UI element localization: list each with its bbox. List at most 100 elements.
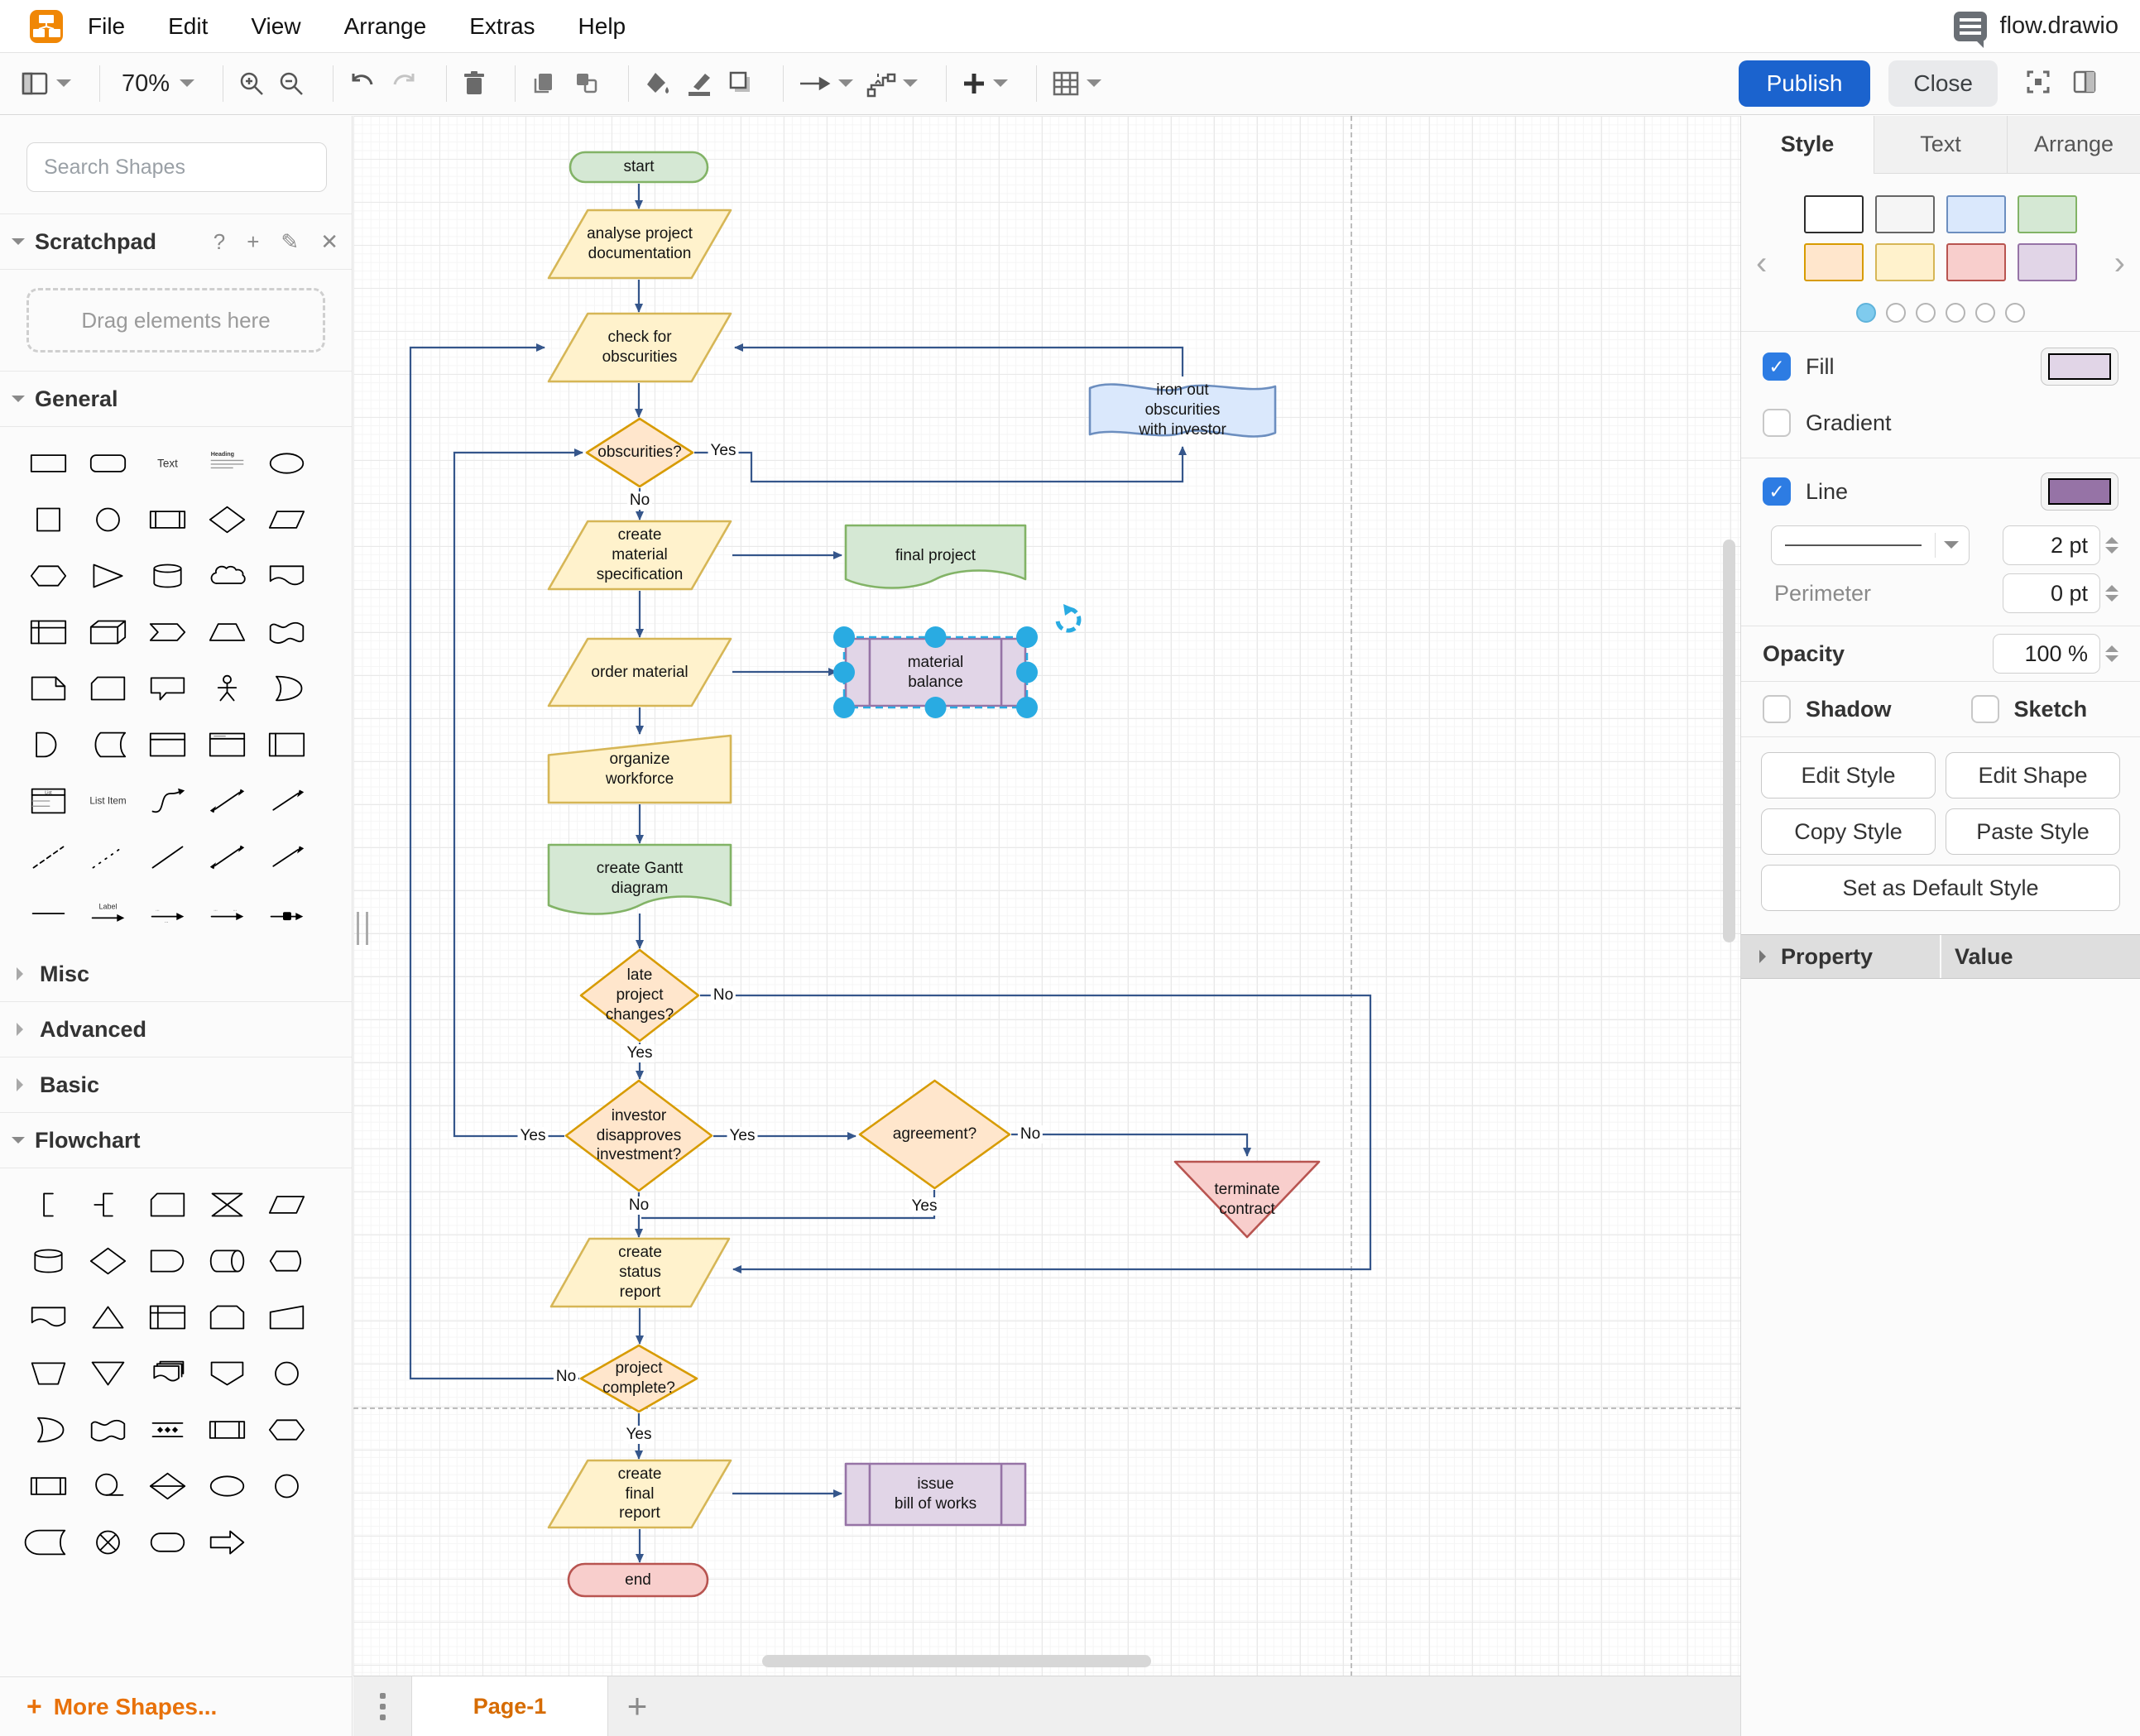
- shape-label-arrow[interactable]: Label: [78, 885, 137, 942]
- shape-diamond[interactable]: [197, 492, 257, 548]
- style-preset-3[interactable]: [2018, 195, 2077, 233]
- selection-overlay[interactable]: [833, 604, 1082, 718]
- shape-step[interactable]: [137, 604, 197, 660]
- fill-color-button[interactable]: [644, 70, 672, 97]
- section-basic[interactable]: Basic: [0, 1057, 352, 1113]
- tab-arrange[interactable]: Arrange: [2007, 116, 2140, 173]
- shape-link[interactable]: [18, 885, 78, 942]
- shape-or[interactable]: [257, 660, 316, 717]
- shape-multi-document[interactable]: [137, 1345, 197, 1402]
- shape-trapezoid[interactable]: [197, 604, 257, 660]
- shape-icon-arrow[interactable]: [257, 885, 316, 942]
- section-flowchart[interactable]: Flowchart: [0, 1113, 352, 1168]
- preset-dot-1[interactable]: [1856, 303, 1876, 323]
- shape-manual-operation[interactable]: [18, 1345, 78, 1402]
- menu-help[interactable]: Help: [578, 13, 626, 39]
- shape-container[interactable]: [137, 717, 197, 773]
- node-obscurities[interactable]: obscurities?: [585, 417, 694, 488]
- comment-icon[interactable]: [1953, 11, 1987, 48]
- node-investor-disapproves-investment[interactable]: investor disapproves investment?: [564, 1079, 713, 1192]
- perimeter-field[interactable]: 0 pt: [2003, 573, 2100, 613]
- presets-next-icon[interactable]: ›: [2114, 245, 2125, 282]
- shape-on-page-connector[interactable]: [257, 1345, 316, 1402]
- scratchpad-header[interactable]: Scratchpad ? + ✎ ✕: [0, 214, 352, 270]
- line-width-stepper[interactable]: [2105, 530, 2118, 560]
- node-agreement[interactable]: agreement?: [858, 1079, 1011, 1190]
- shape-delay[interactable]: [137, 1233, 197, 1289]
- shape-data[interactable]: [257, 1177, 316, 1233]
- shape-hexagon[interactable]: [18, 548, 78, 604]
- shadow-button[interactable]: [727, 70, 755, 97]
- sidebar-resize-handle[interactable]: [357, 912, 368, 945]
- shape-dashed-line[interactable]: [18, 829, 78, 885]
- shape-terminator[interactable]: [137, 1514, 197, 1571]
- node-check-for-obscurities[interactable]: check for obscurities: [547, 312, 732, 383]
- opacity-stepper[interactable]: [2105, 639, 2118, 669]
- shape-internal-storage[interactable]: [18, 604, 78, 660]
- line-width-field[interactable]: 2 pt: [2003, 525, 2100, 565]
- section-misc[interactable]: Misc: [0, 947, 352, 1002]
- presets-prev-icon[interactable]: ‹: [1756, 245, 1767, 282]
- shape-source-label-arrow[interactable]: ......: [137, 885, 197, 942]
- shape-list[interactable]: List: [18, 773, 78, 829]
- edit-style-button[interactable]: Edit Style: [1761, 752, 1936, 798]
- shape-document[interactable]: [18, 1289, 78, 1345]
- style-preset-5[interactable]: [1875, 243, 1935, 281]
- shape-and[interactable]: [18, 717, 78, 773]
- shape-start-1[interactable]: [197, 1458, 257, 1514]
- property-column[interactable]: Property: [1741, 935, 1940, 978]
- publish-button[interactable]: Publish: [1738, 60, 1871, 107]
- preset-dot-3[interactable]: [1916, 303, 1936, 323]
- shape-or[interactable]: [18, 1402, 78, 1458]
- fill-checkbox[interactable]: ✓: [1763, 352, 1791, 381]
- delete-button[interactable]: [462, 70, 487, 97]
- copy-style-button[interactable]: Copy Style: [1761, 808, 1936, 855]
- fill-color-swatch[interactable]: [2041, 348, 2118, 386]
- shape-triangle[interactable]: [78, 548, 137, 604]
- shape-process[interactable]: [137, 492, 197, 548]
- menu-view[interactable]: View: [251, 13, 300, 39]
- shape-preparation[interactable]: [257, 1402, 316, 1458]
- vertical-scrollbar[interactable]: [1723, 540, 1735, 942]
- gradient-checkbox[interactable]: [1763, 409, 1791, 437]
- node-final-project[interactable]: final project: [844, 524, 1027, 589]
- node-project-complete[interactable]: project complete?: [579, 1344, 698, 1413]
- add-page-button[interactable]: +: [608, 1676, 666, 1736]
- shape-process[interactable]: [18, 1458, 78, 1514]
- menu-extras[interactable]: Extras: [469, 13, 535, 39]
- shape-note[interactable]: [18, 660, 78, 717]
- menu-file[interactable]: File: [88, 13, 125, 39]
- fullscreen-icon[interactable]: [2026, 70, 2051, 98]
- preset-dot-4[interactable]: [1946, 303, 1965, 323]
- shape-database[interactable]: [18, 1233, 78, 1289]
- opacity-field[interactable]: 100 %: [1993, 634, 2100, 674]
- shape-manual-input[interactable]: [257, 1289, 316, 1345]
- shape-off-page-connector[interactable]: [197, 1345, 257, 1402]
- search-input[interactable]: [42, 154, 312, 180]
- redo-button[interactable]: [390, 71, 418, 96]
- node-create-final-report[interactable]: create final report: [547, 1459, 732, 1529]
- line-checkbox[interactable]: ✓: [1763, 477, 1791, 506]
- preset-dot-2[interactable]: [1886, 303, 1906, 323]
- style-preset-4[interactable]: [1804, 243, 1864, 281]
- shape-loop-limit[interactable]: [197, 1289, 257, 1345]
- style-preset-0[interactable]: [1804, 195, 1864, 233]
- style-preset-6[interactable]: [1946, 243, 2006, 281]
- shape-directional-connector[interactable]: [257, 829, 316, 885]
- menu-arrange[interactable]: Arrange: [344, 13, 427, 39]
- node-late-project-changes[interactable]: late project changes?: [579, 948, 700, 1043]
- node-analyse-project-documentation[interactable]: analyse project documentation: [547, 209, 732, 280]
- shape-direct-access-storage[interactable]: [197, 1233, 257, 1289]
- section-general[interactable]: General: [0, 372, 352, 427]
- pages-menu-button[interactable]: [353, 1676, 411, 1736]
- shape-parallel-mode[interactable]: [137, 1402, 197, 1458]
- shape-document[interactable]: [257, 548, 316, 604]
- node-terminate-contract[interactable]: terminate contract: [1172, 1158, 1322, 1240]
- node-start[interactable]: start: [569, 151, 709, 184]
- shape-annotation-2[interactable]: [78, 1177, 137, 1233]
- shape-rectangle[interactable]: [18, 435, 78, 492]
- format-panel-toggle-icon[interactable]: [2072, 70, 2097, 98]
- shape-internal-storage[interactable]: [137, 1289, 197, 1345]
- node-create-material-specification[interactable]: create material specification: [547, 520, 732, 591]
- shape-display[interactable]: [257, 1233, 316, 1289]
